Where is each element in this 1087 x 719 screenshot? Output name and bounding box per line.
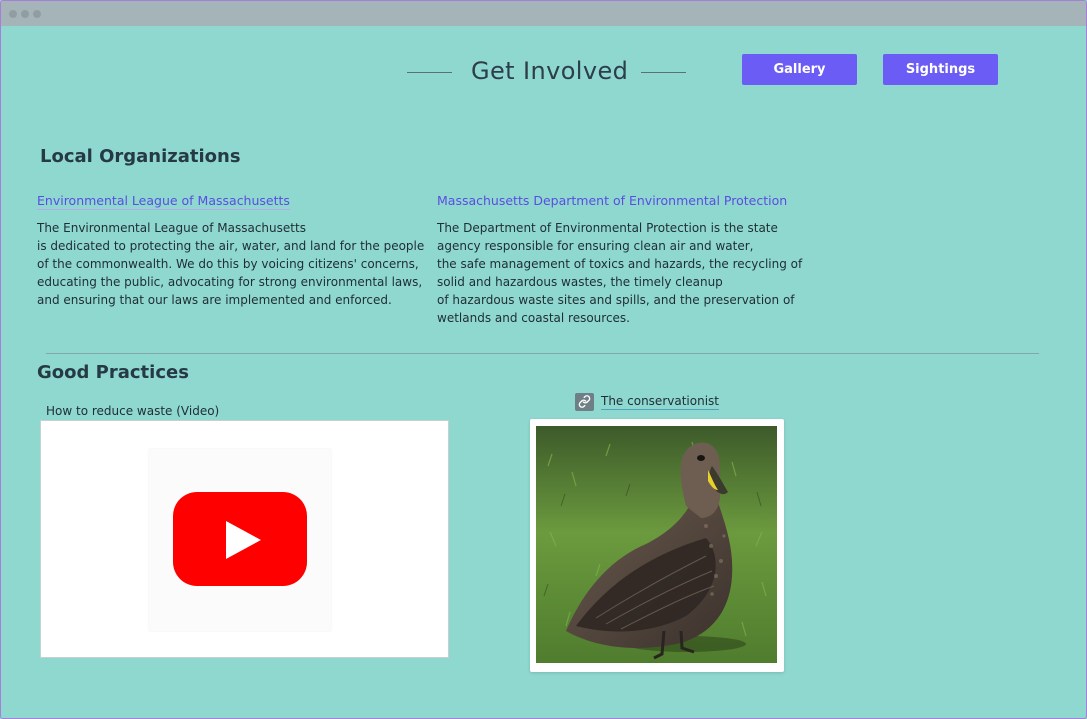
page-title: Get Involved — [471, 57, 629, 85]
org-description-massdep: The Department of Environmental Protecti… — [437, 221, 803, 325]
photo-card[interactable] — [530, 419, 784, 672]
org-description-environmental-league: The Environmental League of Massachusett… — [37, 221, 425, 307]
youtube-play-icon[interactable] — [149, 449, 331, 631]
duck-photo[interactable] — [536, 426, 777, 663]
section-divider — [46, 353, 1039, 354]
conservationist-link-row[interactable]: The conservationist — [575, 392, 719, 411]
link-icon — [575, 392, 594, 411]
title-rule-left — [407, 72, 452, 73]
window-control-dot[interactable] — [21, 10, 29, 18]
video-caption: How to reduce waste (Video) — [46, 404, 220, 418]
local-organizations-heading: Local Organizations — [40, 146, 241, 167]
window-control-dot[interactable] — [33, 10, 41, 18]
title-rule-right — [641, 72, 686, 73]
video-thumbnail[interactable] — [149, 449, 331, 631]
window-titlebar — [1, 1, 1086, 26]
video-embed[interactable] — [40, 420, 449, 658]
gallery-button[interactable]: Gallery — [742, 54, 857, 85]
window-control-dot[interactable] — [9, 10, 17, 18]
org-link-environmental-league[interactable]: Environmental League of Massachusetts — [37, 193, 290, 210]
browser-window: Get Involved Gallery Sightings Local Org… — [0, 0, 1087, 719]
sightings-button[interactable]: Sightings — [883, 54, 998, 85]
org-link-massdep[interactable]: Massachusetts Department of Environmenta… — [437, 193, 787, 209]
conservationist-link[interactable]: The conservationist — [601, 394, 719, 410]
good-practices-heading: Good Practices — [37, 362, 189, 383]
